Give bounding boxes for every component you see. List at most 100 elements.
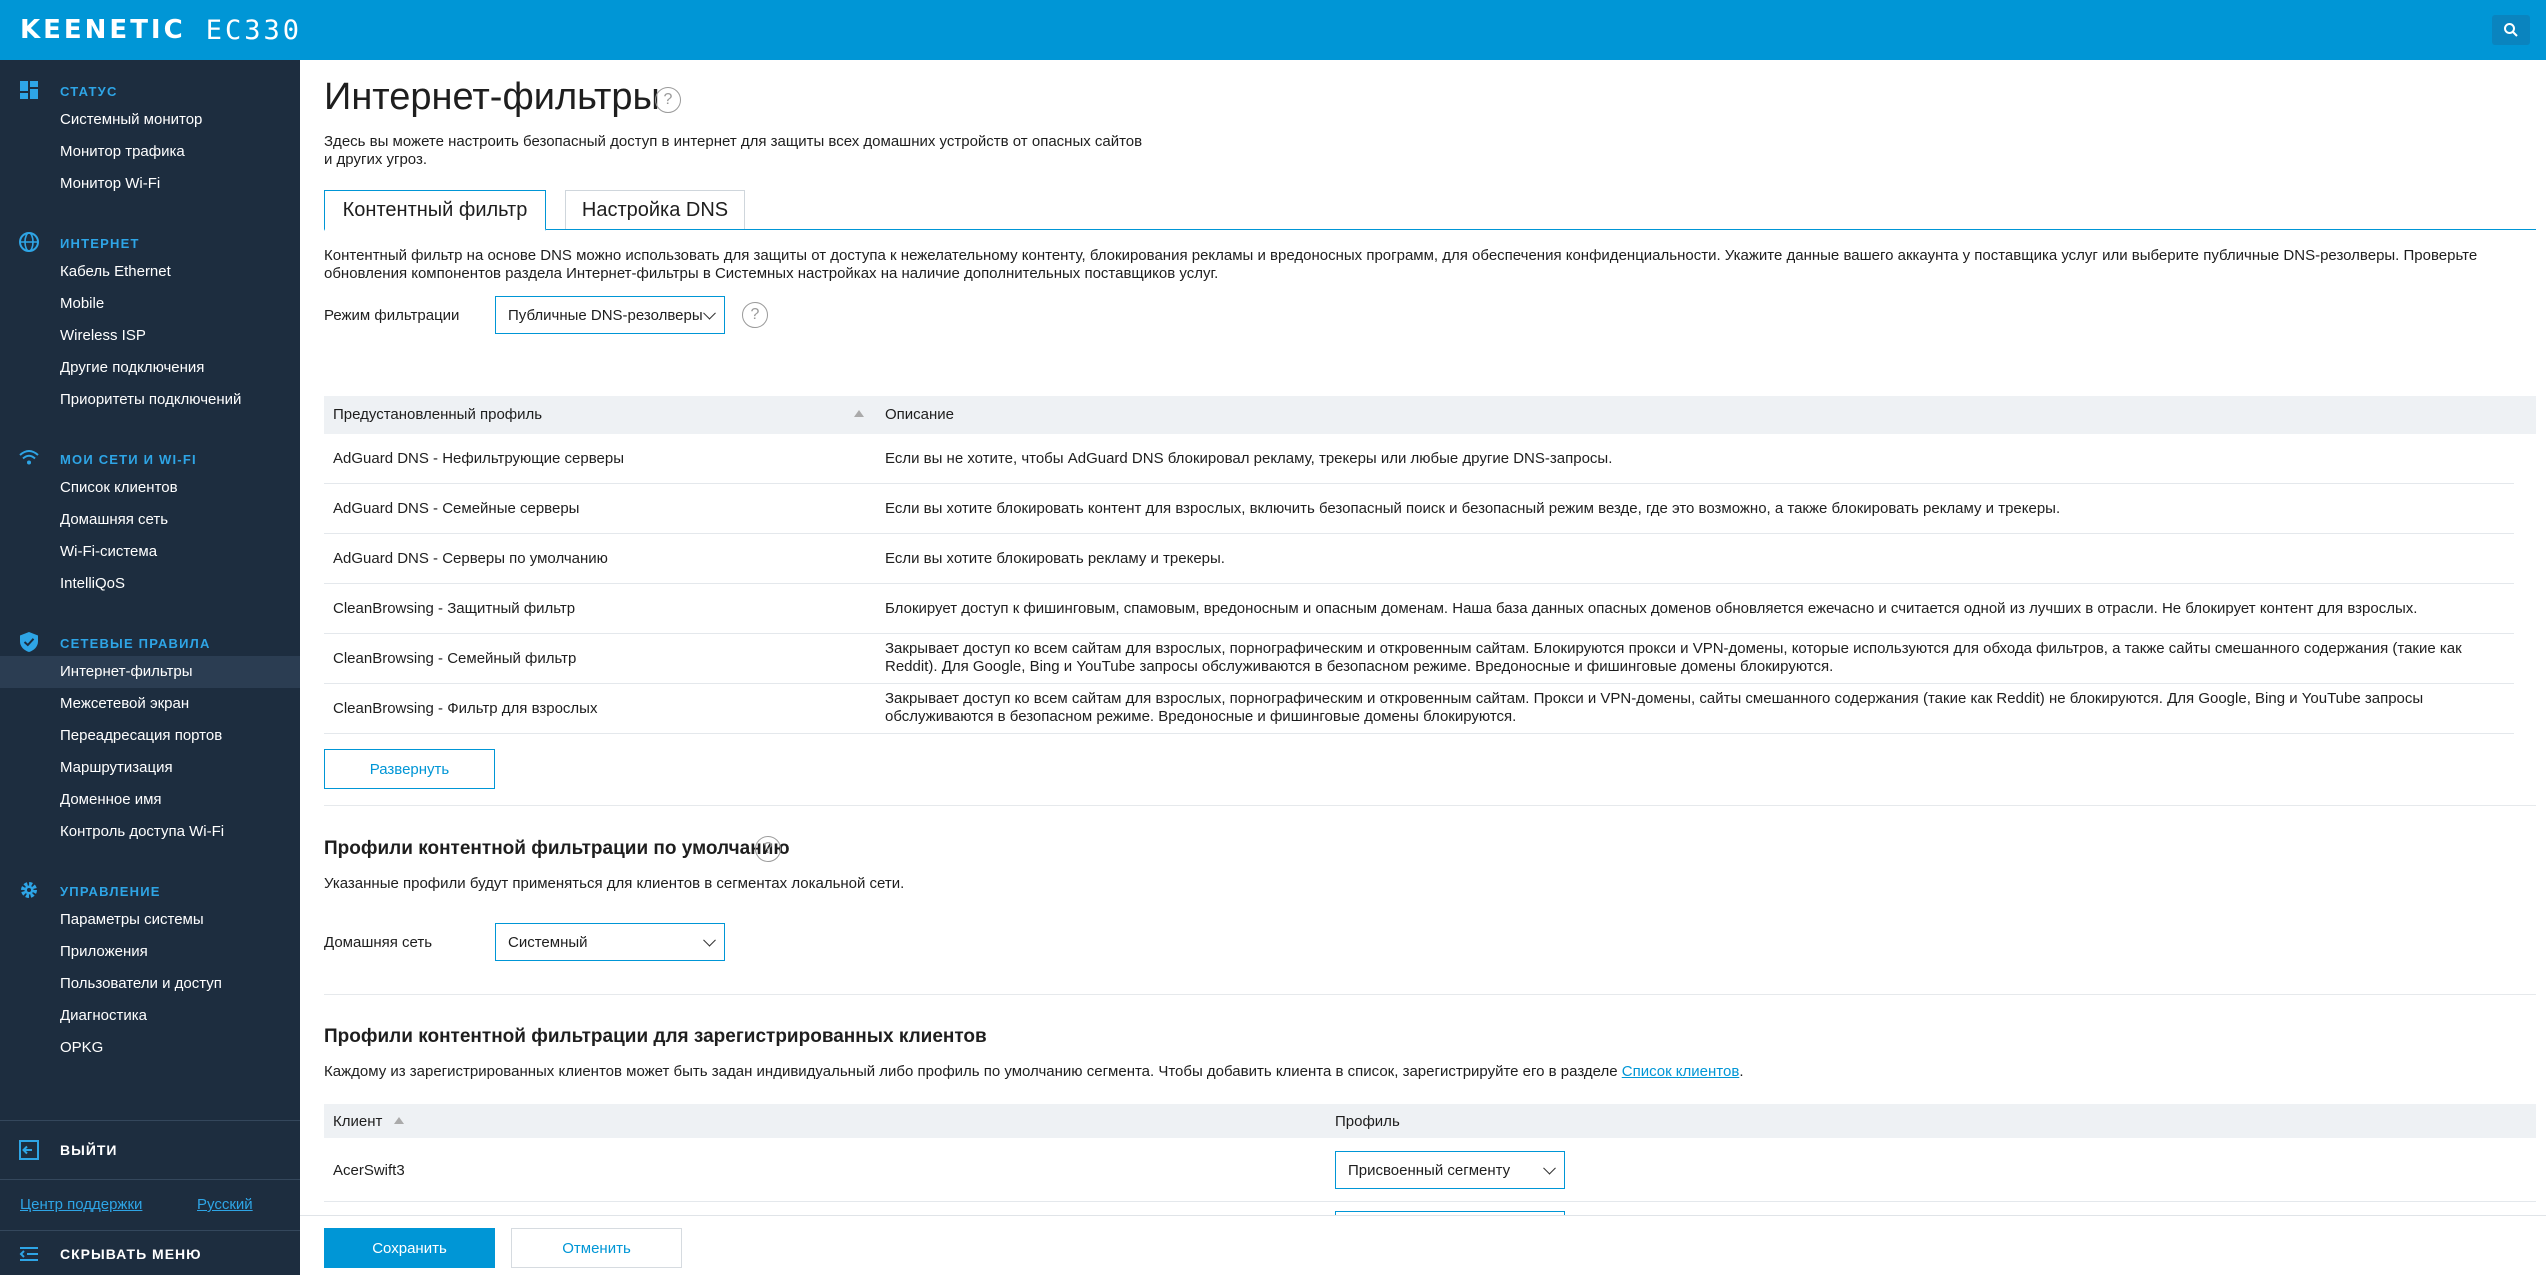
cancel-button[interactable]: Отменить (511, 1228, 682, 1268)
nav-group-title: ИНТЕРНЕТ (60, 236, 140, 251)
sidebar-item-users-and-access[interactable]: Пользователи и доступ (0, 968, 300, 1000)
nav-group-title: СТАТУС (60, 84, 118, 99)
cancel-label: Отменить (562, 1239, 631, 1257)
profile-description: Если вы хотите блокировать рекламу и тре… (885, 550, 1225, 567)
collapse-menu-icon (19, 1247, 38, 1261)
sidebar-item-wifi-access-control[interactable]: Контроль доступа Wi-Fi (0, 816, 300, 848)
sidebar-item-wifi-monitor[interactable]: Монитор Wi-Fi (0, 168, 300, 200)
sidebar-item-other-connections[interactable]: Другие подключения (0, 352, 300, 384)
expand-button[interactable]: Развернуть (324, 749, 495, 789)
sidebar-links: Центр поддержки Русский (0, 1188, 300, 1222)
page-intro: Здесь вы можете настроить безопасный дос… (324, 133, 1143, 168)
client-list-link[interactable]: Список клиентов (1622, 1063, 1740, 1080)
dashboard-icon (20, 81, 38, 99)
home-network-profile-select[interactable]: Системный (495, 923, 725, 961)
client-profiles-note-text: Каждому из зарегистрированных клиентов м… (324, 1063, 1618, 1080)
sidebar-item-internet-filters[interactable]: Интернет-фильтры (0, 656, 300, 688)
section-divider (324, 994, 2536, 995)
nav-group-internet: ИНТЕРНЕТ Кабель Ethernet Mobile Wireless… (0, 228, 300, 416)
note-period: . (1739, 1063, 1744, 1080)
page-help-button[interactable]: ? (655, 87, 681, 113)
sidebar-item-domain-name[interactable]: Доменное имя (0, 784, 300, 816)
profile-name: AdGuard DNS - Семейные серверы (333, 500, 580, 517)
question-icon: ? (663, 91, 673, 108)
main-content: Интернет-фильтры ? Здесь вы можете настр… (300, 60, 2546, 1275)
client-profile-value: Присвоенный сегменту (1348, 1161, 1511, 1179)
column-header-description: Описание (885, 406, 955, 423)
sidebar-item-home-network[interactable]: Домашняя сеть (0, 504, 300, 536)
sidebar-item-opkg[interactable]: OPKG (0, 1032, 300, 1064)
globe-icon (19, 232, 39, 252)
clients-table-header: Клиент Профиль (324, 1104, 2536, 1138)
wifi-icon (19, 450, 39, 465)
home-network-profile-value: Системный (508, 933, 588, 951)
chevron-down-icon (1543, 1161, 1556, 1175)
nav-group-title: МОИ СЕТИ И WI-FI (60, 452, 197, 467)
collapse-menu-label: СКРЫВАТЬ МЕНЮ (60, 1246, 202, 1262)
language-link[interactable]: Русский (197, 1196, 253, 1213)
table-row[interactable]: AdGuard DNS - Семейные серверы Если вы х… (324, 484, 2514, 534)
save-button[interactable]: Сохранить (324, 1228, 495, 1268)
sidebar-item-routing[interactable]: Маршрутизация (0, 752, 300, 784)
table-row[interactable]: AdGuard DNS - Серверы по умолчанию Если … (324, 534, 2514, 584)
default-profiles-note: Указанные профили будут применяться для … (324, 875, 905, 892)
sidebar-item-wireless-isp[interactable]: Wireless ISP (0, 320, 300, 352)
column-header-client[interactable]: Клиент (333, 1113, 382, 1130)
client-profile-select[interactable]: Присвоенный сегменту (1335, 1151, 1565, 1189)
sidebar-item-mobile[interactable]: Mobile (0, 288, 300, 320)
profile-description: Если вы не хотите, чтобы AdGuard DNS бло… (885, 450, 1613, 467)
sidebar: СТАТУС Системный монитор Монитор трафика… (0, 60, 300, 1275)
sidebar-item-ethernet-cable[interactable]: Кабель Ethernet (0, 256, 300, 288)
logout-icon (19, 1140, 39, 1160)
nav-group-network-rules: СЕТЕВЫЕ ПРАВИЛА Интернет-фильтры Межсете… (0, 628, 300, 848)
sidebar-item-connection-priorities[interactable]: Приоритеты подключений (0, 384, 300, 416)
column-header-profile[interactable]: Предустановленный профиль (333, 406, 542, 423)
sidebar-item-diagnostics[interactable]: Диагностика (0, 1000, 300, 1032)
nav-group-my-networks: МОИ СЕТИ И WI-FI Список клиентов Домашня… (0, 444, 300, 600)
sidebar-item-system-settings[interactable]: Параметры системы (0, 904, 300, 936)
sidebar-item-wifi-system[interactable]: Wi-Fi-система (0, 536, 300, 568)
brand-model: EC330 (205, 14, 302, 46)
nav-group-title: УПРАВЛЕНИЕ (60, 884, 161, 899)
tab-dns-settings[interactable]: Настройка DNS (565, 190, 745, 230)
default-profiles-help-button[interactable]: ? (755, 836, 781, 862)
filter-mode-select[interactable]: Публичные DNS-резолверы (495, 296, 725, 334)
nav-group-management: УПРАВЛЕНИЕ Параметры системы Приложения … (0, 876, 300, 1064)
profile-description: Закрывает доступ ко всем сайтам для взро… (885, 640, 2462, 675)
tab-content-filter[interactable]: Контентный фильтр (324, 190, 546, 231)
collapse-menu-button[interactable]: СКРЫВАТЬ МЕНЮ (0, 1230, 300, 1275)
sidebar-item-system-monitor[interactable]: Системный монитор (0, 104, 300, 136)
sidebar-item-port-forwarding[interactable]: Переадресация портов (0, 720, 300, 752)
sidebar-item-applications[interactable]: Приложения (0, 936, 300, 968)
nav-group-title: СЕТЕВЫЕ ПРАВИЛА (60, 636, 211, 651)
exit-button[interactable]: ВЫЙТИ (0, 1120, 300, 1180)
table-row: AcerSwift3 Присвоенный сегменту (324, 1138, 2536, 1202)
chevron-down-icon (703, 306, 716, 320)
page-title: Интернет-фильтры (324, 76, 660, 118)
table-row[interactable]: CleanBrowsing - Защитный фильтр Блокируе… (324, 584, 2514, 634)
sidebar-item-traffic-monitor[interactable]: Монитор трафика (0, 136, 300, 168)
content-filter-description: Контентный фильтр на основе DNS можно ис… (324, 247, 2478, 282)
nav-group-status: СТАТУС Системный монитор Монитор трафика… (0, 76, 300, 200)
sort-asc-icon (394, 1117, 404, 1124)
home-network-label: Домашняя сеть (324, 934, 433, 951)
support-center-link[interactable]: Центр поддержки (20, 1196, 142, 1213)
sidebar-item-client-list[interactable]: Список клиентов (0, 472, 300, 504)
search-button[interactable] (2492, 15, 2530, 45)
table-row[interactable]: AdGuard DNS - Нефильтрующие серверы Если… (324, 434, 2514, 484)
sidebar-item-intelliqos[interactable]: IntelliQoS (0, 568, 300, 600)
sort-asc-icon (854, 410, 864, 417)
profile-description: Если вы хотите блокировать контент для в… (885, 500, 2061, 517)
question-icon: ? (763, 840, 773, 857)
table-row[interactable]: CleanBrowsing - Фильтр для взрослых Закр… (324, 684, 2514, 734)
save-label: Сохранить (372, 1239, 447, 1257)
filter-mode-help-button[interactable]: ? (742, 302, 768, 328)
sidebar-item-firewall[interactable]: Межсетевой экран (0, 688, 300, 720)
profile-description: Блокирует доступ к фишинговым, спамовым,… (885, 600, 2418, 617)
section-divider (324, 805, 2536, 806)
profile-name: CleanBrowsing - Защитный фильтр (333, 600, 576, 617)
shield-icon (20, 632, 38, 652)
brand-logo[interactable]: KEENETIC EC330 (20, 15, 302, 46)
column-header-profile: Профиль (1335, 1113, 1400, 1130)
table-row[interactable]: CleanBrowsing - Семейный фильтр Закрывае… (324, 634, 2514, 684)
